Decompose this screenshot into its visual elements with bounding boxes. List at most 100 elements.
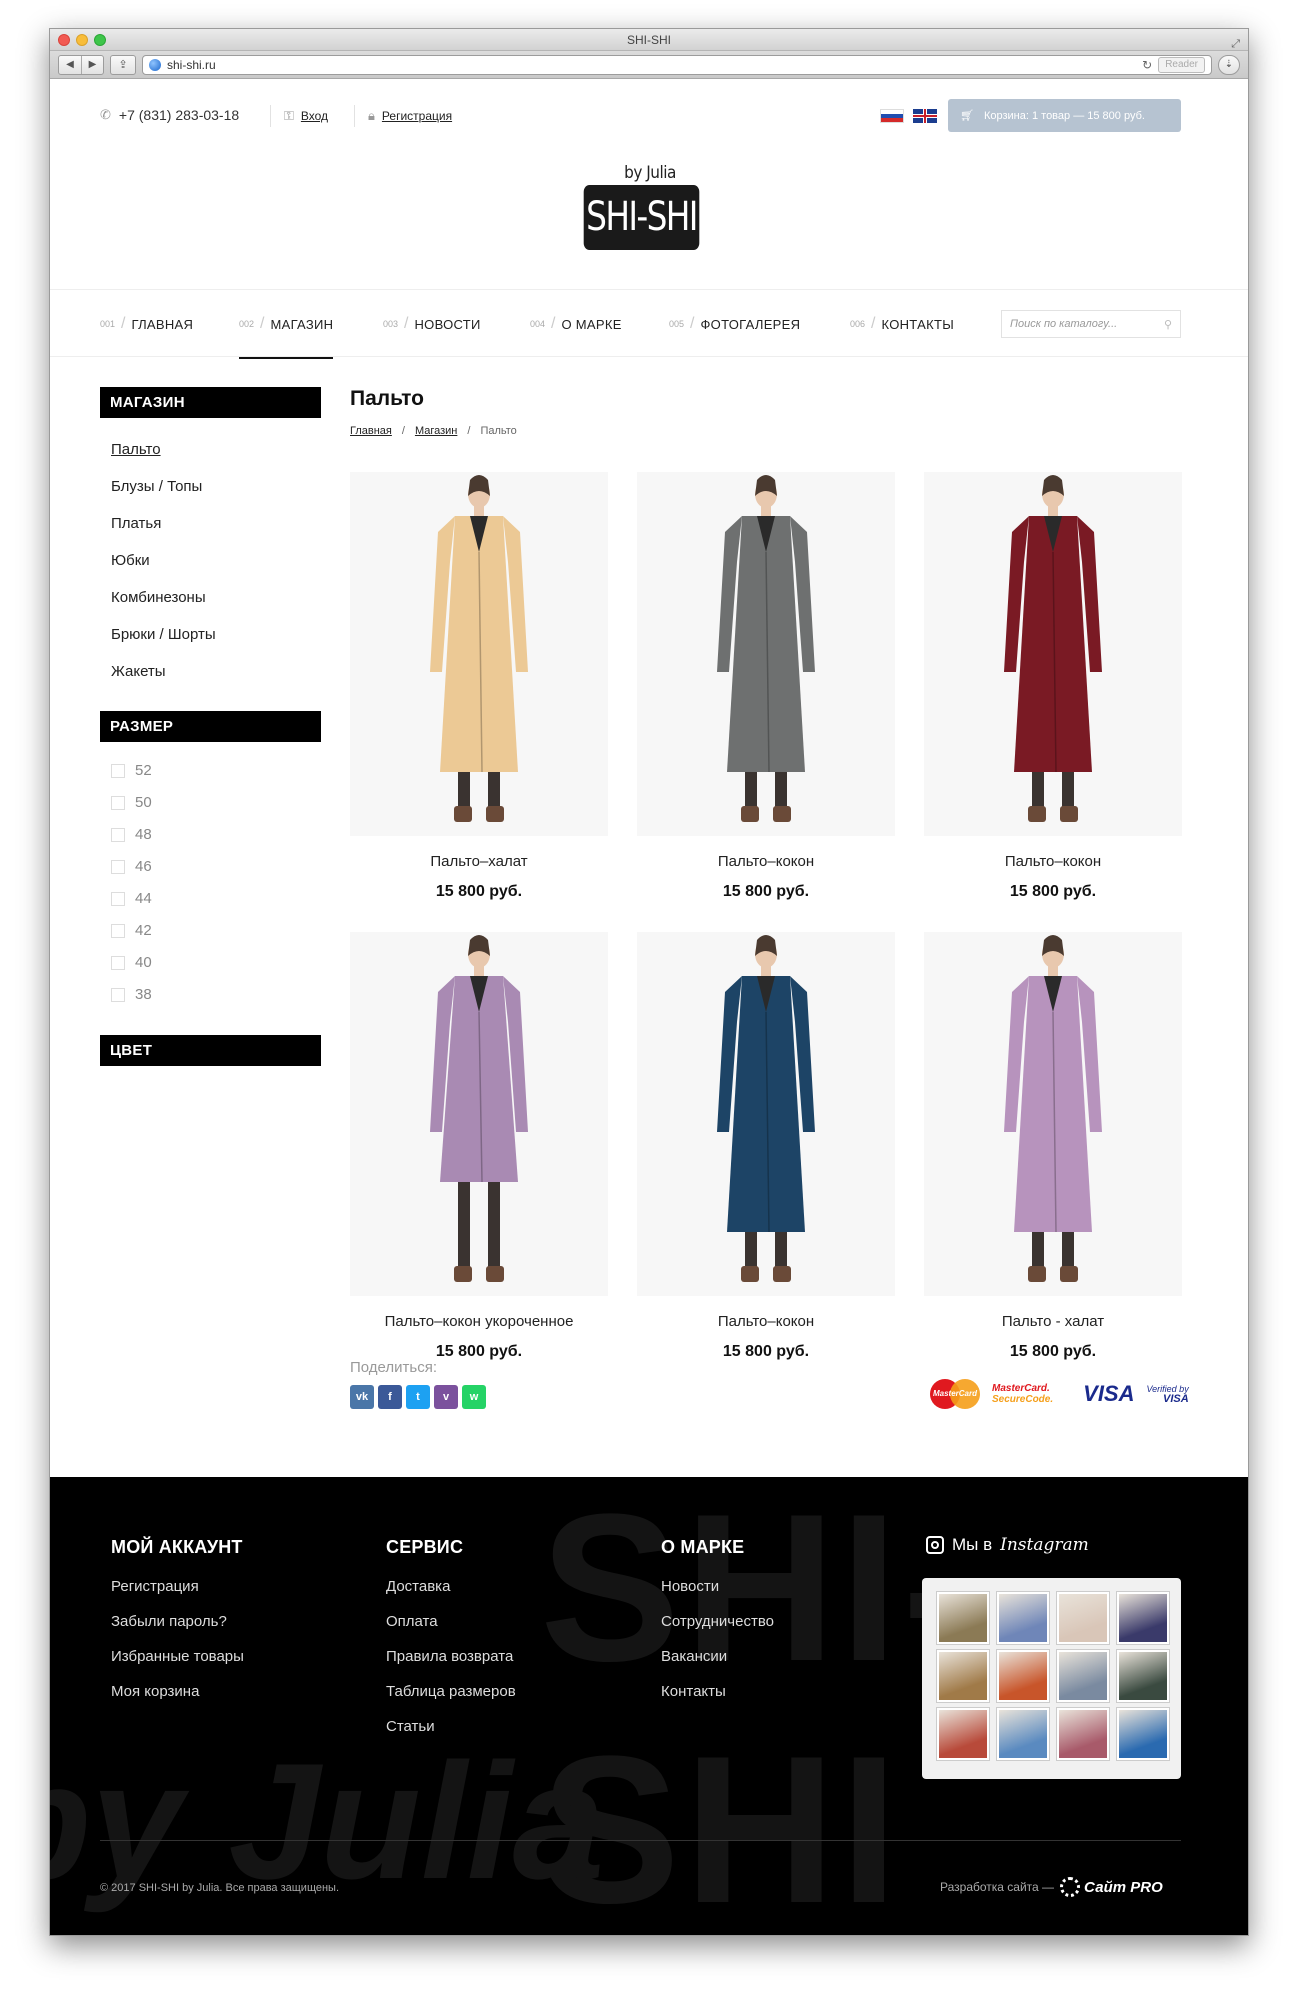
twitter-share-icon[interactable]: t [406,1385,430,1409]
size-filter[interactable]: 50 [111,794,152,811]
size-checkbox[interactable] [111,859,125,874]
fullscreen-icon[interactable]: ⤢ [1231,33,1240,55]
footer-link[interactable]: Таблица размеров [386,1683,516,1700]
size-filter[interactable]: 46 [111,858,152,875]
size-checkbox[interactable] [111,987,125,1002]
size-filter[interactable]: 48 [111,826,152,843]
product-photo[interactable] [350,472,608,836]
product-photo[interactable] [924,932,1182,1296]
size-checkbox[interactable] [111,795,125,810]
instagram-thumbnail[interactable] [997,1650,1049,1702]
nav-item-about[interactable]: 004/ О МАРКЕ [530,290,622,358]
facebook-share-icon[interactable]: f [378,1385,402,1409]
register-link[interactable]: Регистрация [382,109,452,123]
footer-link[interactable]: Доставка [386,1578,516,1595]
size-filter[interactable]: 38 [111,986,152,1003]
product-photo[interactable] [637,472,895,836]
instagram-thumbnail[interactable] [1117,1708,1169,1760]
product-card[interactable]: Пальто–кокон 15 800 руб. [637,932,895,1361]
nav-item-gallery[interactable]: 005/ ФОТОГАЛЕРЕЯ [669,290,800,358]
minimize-button[interactable] [76,34,88,46]
footer-link[interactable]: Статьи [386,1718,516,1735]
category-link[interactable]: Блузы / Топы [111,478,202,495]
size-filter[interactable]: 44 [111,890,152,907]
size-checkbox[interactable] [111,763,125,778]
instagram-thumbnail[interactable] [1117,1650,1169,1702]
size-checkbox[interactable] [111,923,125,938]
instagram-thumbnail[interactable] [1057,1592,1109,1644]
russian-flag-icon[interactable] [880,109,904,123]
site-logo[interactable]: SHI-SHI [583,185,700,250]
product-card[interactable]: Пальто - халат 15 800 руб. [924,932,1182,1361]
product-name[interactable]: Пальто–халат [350,853,608,870]
category-link[interactable]: Юбки [111,552,150,569]
size-filter[interactable]: 40 [111,954,152,971]
product-card[interactable]: Пальто–халат 15 800 руб. [350,472,608,901]
cart-button[interactable]: 🛒︎ Корзина: 1 товар — 15 800 руб. [948,99,1181,132]
reload-icon[interactable]: ↻ [1142,58,1152,72]
product-card[interactable]: Пальто–кокон 15 800 руб. [637,472,895,901]
verified-by-visa-logo: Verified by VISA [1147,1384,1189,1405]
size-checkbox[interactable] [111,891,125,906]
login-link[interactable]: Вход [301,109,328,123]
address-bar[interactable]: shi-shi.ru ↻ Reader [142,54,1212,75]
back-button[interactable]: ◀ [59,56,81,74]
nav-item-news[interactable]: 003/ НОВОСТИ [383,290,481,358]
product-name[interactable]: Пальто–кокон [924,853,1182,870]
whatsapp-share-icon[interactable]: w [462,1385,486,1409]
share-page-button[interactable]: ⇪ [110,54,136,75]
footer-link[interactable]: Правила возврата [386,1648,516,1665]
category-link[interactable]: Платья [111,515,161,532]
english-flag-icon[interactable] [913,109,937,123]
footer-link[interactable]: Забыли пароль? [111,1613,244,1630]
downloads-button[interactable]: ⇣ [1218,54,1240,75]
category-link[interactable]: Пальто [111,441,161,458]
size-filter[interactable]: 42 [111,922,152,939]
category-link[interactable]: Брюки / Шорты [111,626,216,643]
search-icon[interactable]: ⚲ [1164,318,1172,331]
instagram-thumbnail[interactable] [937,1708,989,1760]
product-photo[interactable] [924,472,1182,836]
footer-link[interactable]: Вакансии [661,1648,774,1665]
footer-link[interactable]: Оплата [386,1613,516,1630]
breadcrumb-home[interactable]: Главная [350,425,392,437]
breadcrumb-shop[interactable]: Магазин [415,425,457,437]
instagram-thumbnail[interactable] [997,1708,1049,1760]
viber-share-icon[interactable]: v [434,1385,458,1409]
product-photo[interactable] [350,932,608,1296]
product-name[interactable]: Пальто–кокон [637,1313,895,1330]
nav-item-contacts[interactable]: 006/ КОНТАКТЫ [850,290,954,358]
footer-link[interactable]: Сотрудничество [661,1613,774,1630]
product-name[interactable]: Пальто - халат [924,1313,1182,1330]
footer-link[interactable]: Избранные товары [111,1648,244,1665]
size-filter[interactable]: 52 [111,762,152,779]
close-button[interactable] [58,34,70,46]
vk-share-icon[interactable]: vk [350,1385,374,1409]
instagram-thumbnail[interactable] [937,1650,989,1702]
size-checkbox[interactable] [111,955,125,970]
zoom-button[interactable] [94,34,106,46]
forward-button[interactable]: ▶ [81,55,103,74]
instagram-thumbnail[interactable] [937,1592,989,1644]
footer-link[interactable]: Новости [661,1578,774,1595]
reader-button[interactable]: Reader [1158,56,1205,73]
product-card[interactable]: Пальто–кокон 15 800 руб. [924,472,1182,901]
product-name[interactable]: Пальто–кокон укороченное [350,1313,608,1330]
instagram-thumbnail[interactable] [997,1592,1049,1644]
nav-item-shop[interactable]: 002/ МАГАЗИН [239,290,334,359]
category-link[interactable]: Жакеты [111,663,166,680]
category-link[interactable]: Комбинезоны [111,589,206,606]
product-name[interactable]: Пальто–кокон [637,853,895,870]
developer-logo[interactable]: Сайт PRO [1060,1877,1163,1897]
instagram-thumbnail[interactable] [1057,1708,1109,1760]
nav-item-home[interactable]: 001/ ГЛАВНАЯ [100,290,193,358]
size-checkbox[interactable] [111,827,125,842]
footer-link[interactable]: Контакты [661,1683,774,1700]
product-photo[interactable] [637,932,895,1296]
instagram-thumbnail[interactable] [1117,1592,1169,1644]
instagram-thumbnail[interactable] [1057,1650,1109,1702]
product-card[interactable]: Пальто–кокон укороченное 15 800 руб. [350,932,608,1361]
footer-link[interactable]: Моя корзина [111,1683,244,1700]
footer-link[interactable]: Регистрация [111,1578,244,1595]
search-input[interactable]: Поиск по каталогу... ⚲ [1001,310,1181,338]
